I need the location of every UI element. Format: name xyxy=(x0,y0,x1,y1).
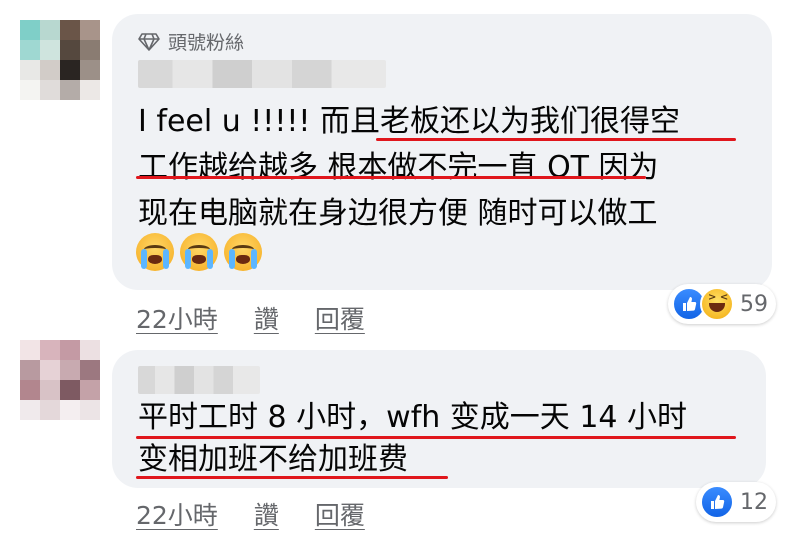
commenter-name-blurred[interactable] xyxy=(138,366,260,394)
reaction-summary[interactable]: 59 xyxy=(668,284,776,324)
reply-button[interactable]: 回覆 xyxy=(315,496,365,532)
crying-face-icon xyxy=(136,233,174,271)
emoji-row xyxy=(136,233,262,271)
reply-button[interactable]: 回覆 xyxy=(315,300,365,336)
reaction-count: 59 xyxy=(740,291,768,317)
red-underline-mark xyxy=(136,436,736,439)
red-underline-mark xyxy=(376,138,736,141)
comment-text-line: 平时工时 8 小时，wfh 变成一天 14 小时 xyxy=(138,400,688,435)
comment-actions: 22小時 讚 回覆 xyxy=(136,300,365,336)
like-icon xyxy=(700,485,734,519)
reaction-summary[interactable]: 12 xyxy=(696,482,776,522)
like-button[interactable]: 讚 xyxy=(254,300,279,336)
commenter-name-blurred[interactable] xyxy=(138,60,386,88)
commenter-avatar[interactable] xyxy=(20,340,100,420)
comment-text-line: 变相加班不给加班费 xyxy=(138,442,408,477)
comment-text-line: I feel u !!!!! 而且老板还以为我们很得空 xyxy=(138,104,680,139)
crying-face-icon xyxy=(180,233,218,271)
like-button[interactable]: 讚 xyxy=(254,496,279,532)
haha-icon xyxy=(700,287,734,321)
comment-actions: 22小時 讚 回覆 xyxy=(136,496,365,532)
diamond-icon xyxy=(138,32,160,51)
timestamp-link[interactable]: 22小時 xyxy=(136,496,218,532)
top-fan-badge: 頭號粉絲 xyxy=(138,28,244,55)
badge-label: 頭號粉絲 xyxy=(168,32,245,54)
timestamp-link[interactable]: 22小時 xyxy=(136,300,218,336)
comment-text-line: 现在电脑就在身边很方便 随时可以做工 xyxy=(138,196,658,231)
crying-face-icon xyxy=(224,233,262,271)
reaction-count: 12 xyxy=(740,489,768,515)
comment-text-line: 工作越给越多 根本做不完一直 OT 因为 xyxy=(138,150,659,185)
red-underline-mark xyxy=(136,476,448,479)
red-underline-mark xyxy=(136,176,646,179)
commenter-avatar[interactable] xyxy=(20,20,100,100)
